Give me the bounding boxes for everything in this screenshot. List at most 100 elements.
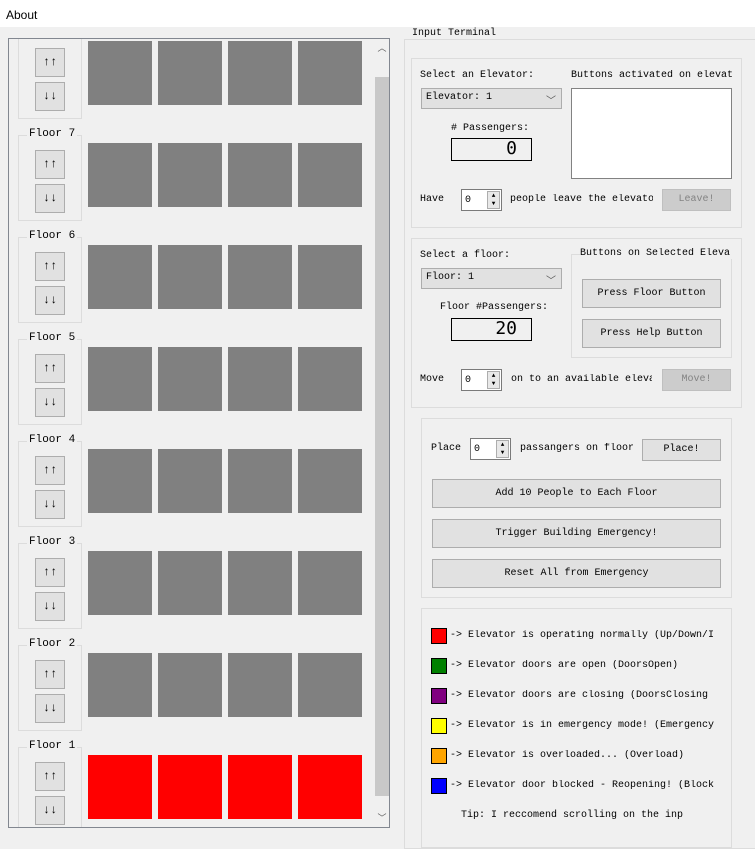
elevator-car — [88, 143, 152, 207]
call-down-button[interactable]: ↓↓ — [35, 796, 65, 825]
color-swatch — [431, 628, 447, 644]
legend-text: -> Elevator doors are closing (DoorsClos… — [450, 690, 709, 701]
spinner-arrows-icon[interactable]: ▲ ▼ — [487, 371, 500, 389]
elevator-car — [158, 551, 222, 615]
call-down-button[interactable]: ↓↓ — [35, 694, 65, 723]
elevator-car — [228, 41, 292, 105]
legend-text: -> Elevator is operating normally (Up/Do… — [450, 630, 714, 641]
activated-buttons-list[interactable] — [571, 88, 732, 179]
scrollbar-thumb[interactable] — [375, 77, 389, 796]
spinner-arrows-icon[interactable]: ▲ ▼ — [487, 191, 500, 209]
floor-label: Floor 7 — [27, 128, 78, 140]
selected-elevator-buttons-title: Buttons on Selected Eleva — [580, 248, 732, 259]
elevator-car — [88, 347, 152, 411]
elevator-car — [298, 347, 362, 411]
elevator-car — [298, 653, 362, 717]
have-label: Have — [420, 194, 445, 205]
move-label: Move — [420, 374, 445, 385]
call-down-button[interactable]: ↓↓ — [35, 184, 65, 213]
elevator-car — [158, 143, 222, 207]
elevator-car — [88, 653, 152, 717]
spinner-arrows-icon[interactable]: ▲ ▼ — [496, 440, 509, 458]
call-down-button[interactable]: ↓↓ — [35, 490, 65, 519]
floor-select[interactable]: Floor: 1 ﹀ — [421, 268, 562, 289]
reset-emergency-button[interactable]: Reset All from Emergency — [432, 559, 721, 588]
call-down-button[interactable]: ↓↓ — [35, 82, 65, 111]
elevator-car — [228, 449, 292, 513]
color-swatch — [431, 658, 447, 674]
chevron-down-icon: ﹀ — [546, 277, 556, 288]
scroll-up-icon[interactable]: ︿ — [374, 41, 389, 54]
floor-label: Floor 4 — [27, 434, 78, 446]
elevator-car — [298, 449, 362, 513]
call-down-button[interactable]: ↓↓ — [35, 388, 65, 417]
add-10-people-button[interactable]: Add 10 People to Each Floor — [432, 479, 721, 508]
input-terminal-title: Input Terminal — [410, 28, 499, 39]
elevator-car — [158, 755, 222, 819]
place-count-spinner[interactable]: 0 ▲ ▼ — [470, 438, 511, 460]
elevator-car — [158, 653, 222, 717]
elevator-car — [298, 245, 362, 309]
call-down-button[interactable]: ↓↓ — [35, 286, 65, 315]
floor-label: Floor 5 — [27, 332, 78, 344]
elevator-car — [88, 41, 152, 105]
color-swatch — [431, 778, 447, 794]
elevator-car — [228, 143, 292, 207]
leave-button[interactable]: Leave! — [662, 189, 731, 211]
leave-count-spinner[interactable]: 0 ▲ ▼ — [461, 189, 502, 211]
elevator-select[interactable]: Elevator: 1 ﹀ — [421, 88, 562, 109]
trigger-emergency-button[interactable]: Trigger Building Emergency! — [432, 519, 721, 548]
move-count-value: 0 — [465, 375, 472, 386]
call-up-button[interactable]: ↑↑ — [35, 48, 65, 77]
place-label: Place — [431, 443, 462, 454]
vertical-scrollbar[interactable]: ︿ ﹀ — [374, 39, 389, 827]
leave-text: people leave the elevato — [510, 194, 653, 205]
call-up-button[interactable]: ↑↑ — [35, 762, 65, 791]
elevator-car — [228, 755, 292, 819]
menu-about-label: About — [6, 8, 38, 22]
move-count-spinner[interactable]: 0 ▲ ▼ — [461, 369, 502, 391]
call-down-button[interactable]: ↓↓ — [35, 592, 65, 621]
call-up-button[interactable]: ↑↑ — [35, 456, 65, 485]
place-button[interactable]: Place! — [642, 439, 721, 461]
color-swatch — [431, 748, 447, 764]
floor-label: Floor 2 — [27, 638, 78, 650]
chevron-down-icon: ﹀ — [546, 97, 556, 108]
legend-text: -> Elevator is in emergency mode! (Emerg… — [450, 720, 714, 731]
legend-item: -> Elevator doors are open (DoorsOpen) — [431, 658, 721, 674]
legend-item: -> Elevator is overloaded... (Overload) — [431, 748, 721, 764]
legend-item: -> Elevator door blocked - Reopening! (B… — [431, 778, 721, 794]
legend-item: -> Elevator is in emergency mode! (Emerg… — [431, 718, 721, 734]
legend-text: -> Elevator door blocked - Reopening! (B… — [450, 780, 714, 791]
floor-select-value: Floor: 1 — [426, 272, 475, 283]
elevator-car — [298, 755, 362, 819]
elevator-car — [88, 449, 152, 513]
move-button[interactable]: Move! — [662, 369, 731, 391]
call-up-button[interactable]: ↑↑ — [35, 252, 65, 281]
elevator-car — [298, 143, 362, 207]
elevator-car — [158, 41, 222, 105]
leave-count-value: 0 — [465, 195, 472, 206]
select-floor-label: Select a floor: — [420, 250, 511, 261]
buttons-activated-label: Buttons activated on elevat — [571, 70, 733, 81]
press-floor-button[interactable]: Press Floor Button — [582, 279, 721, 308]
building-view[interactable]: ︿ ﹀ ↑↑ ↓↓ Floor 7 ↑↑ ↓↓ Floor 6 ↑↑ ↓↓ Floor 5 ↑↑ ↓… — [8, 38, 390, 828]
elevator-car — [158, 347, 222, 411]
call-up-button[interactable]: ↑↑ — [35, 660, 65, 689]
call-up-button[interactable]: ↑↑ — [35, 354, 65, 383]
passengers-label: # Passengers: — [451, 123, 530, 134]
floor-label: Floor 1 — [27, 740, 78, 752]
press-help-button[interactable]: Press Help Button — [582, 319, 721, 348]
legend-item: -> Elevator doors are closing (DoorsClos… — [431, 688, 721, 704]
menu-about[interactable]: About — [0, 0, 755, 27]
elevator-car — [298, 41, 362, 105]
elevator-select-value: Elevator: 1 — [426, 92, 493, 103]
elevator-car — [228, 653, 292, 717]
floor-label: Floor 3 — [27, 536, 78, 548]
place-count-value: 0 — [474, 444, 481, 455]
call-up-button[interactable]: ↑↑ — [35, 150, 65, 179]
scroll-down-icon[interactable]: ﹀ — [374, 811, 389, 824]
tip-text: Tip: I reccomend scrolling on the inp — [461, 810, 684, 821]
elevator-car — [88, 755, 152, 819]
call-up-button[interactable]: ↑↑ — [35, 558, 65, 587]
